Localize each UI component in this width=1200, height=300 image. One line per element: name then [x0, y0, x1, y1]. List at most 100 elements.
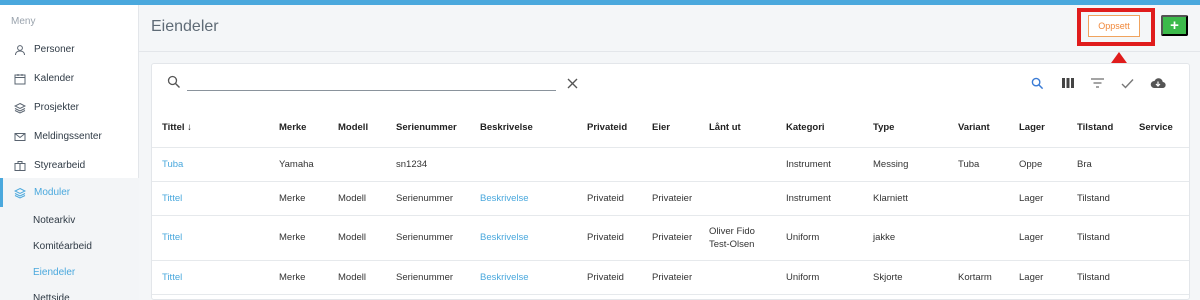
- cell-tilstand: Tilstand: [1077, 272, 1110, 283]
- cell-beskrivelse-link[interactable]: Beskrivelse: [480, 232, 529, 243]
- column-header-eier[interactable]: Eier: [652, 122, 670, 133]
- sidebar-item-moduler[interactable]: Moduler: [0, 178, 139, 207]
- cell-privateid: Privateid: [587, 193, 624, 204]
- menu-title: Meny: [11, 16, 36, 27]
- sidebar-item-label: Styrearbeid: [34, 160, 86, 171]
- cell-modell: Modell: [338, 272, 366, 283]
- sidebar-item-label: Kalender: [34, 73, 75, 84]
- column-header-lant-ut[interactable]: Lånt ut: [709, 122, 741, 133]
- column-header-beskrivelse[interactable]: Beskrivelse: [480, 122, 533, 133]
- search-underline: [187, 90, 556, 91]
- cell-modell: Modell: [338, 232, 366, 243]
- column-header-lager[interactable]: Lager: [1019, 122, 1045, 133]
- column-header-serienummer[interactable]: Serienummer: [396, 122, 457, 133]
- cell-merke: Merke: [279, 272, 306, 283]
- cell-lager: Lager: [1019, 272, 1044, 283]
- cloud-download-icon[interactable]: [1150, 76, 1166, 90]
- calendar-icon: [14, 73, 26, 85]
- cell-modell: Modell: [338, 193, 366, 204]
- sidebar-item-kalender[interactable]: Kalender: [0, 64, 139, 93]
- cell-kategori: Instrument: [786, 159, 831, 170]
- sidebar-item-styrearbeid[interactable]: Styrearbeid: [0, 151, 139, 180]
- cell-eier: Privateier: [652, 193, 693, 204]
- sidebar-item-label: Prosjekter: [34, 102, 80, 113]
- cell-variant: Kortarm: [958, 272, 992, 283]
- search-icon: [167, 75, 180, 88]
- check-icon[interactable]: [1120, 76, 1134, 90]
- cell-tittel-link[interactable]: Tittel: [162, 232, 182, 243]
- cell-tilstand: Tilstand: [1077, 232, 1110, 243]
- layers-icon: [14, 187, 26, 199]
- cell-eier: Privateier: [652, 232, 693, 243]
- cell-lager: Oppe: [1019, 159, 1043, 170]
- cell-merke: Merke: [279, 193, 306, 204]
- column-header-kategori[interactable]: Kategori: [786, 122, 825, 133]
- sidebar-item-label: Personer: [34, 44, 75, 55]
- table-divider: [152, 181, 1189, 182]
- oppsett-button[interactable]: Oppsett: [1088, 15, 1140, 37]
- cell-type: Skjorte: [873, 272, 903, 283]
- close-icon[interactable]: [567, 78, 578, 89]
- cell-tittel-link[interactable]: Tittel: [162, 272, 182, 283]
- cell-merke: Merke: [279, 232, 306, 243]
- cell-type: jakke: [873, 232, 896, 243]
- top-accent-bar: [0, 0, 1200, 5]
- page-title: Eiendeler: [151, 18, 219, 35]
- cell-type: Messing: [873, 159, 909, 170]
- cell-lant-ut: Oliver Fido Test-Olsen: [709, 226, 755, 250]
- columns-icon[interactable]: [1061, 76, 1075, 90]
- cell-merke: Yamaha: [279, 159, 314, 170]
- cell-lager: Lager: [1019, 232, 1044, 243]
- column-header-type[interactable]: Type: [873, 122, 894, 133]
- cell-privateid: Privateid: [587, 232, 624, 243]
- column-header-tittel[interactable]: Tittel ↓: [162, 122, 192, 133]
- sidebar-item-label: Meldingssenter: [34, 131, 102, 142]
- layers-icon: [14, 102, 26, 114]
- add-button[interactable]: +: [1161, 15, 1188, 36]
- cell-eier: Privateier: [652, 272, 693, 283]
- cell-tilstand: Tilstand: [1077, 193, 1110, 204]
- cell-kategori: Uniform: [786, 232, 820, 243]
- briefcase-icon: [14, 160, 26, 172]
- sidebar-item-personer[interactable]: Personer: [0, 35, 139, 64]
- cell-kategori: Instrument: [786, 193, 831, 204]
- sidebar-item-label: Moduler: [34, 187, 71, 198]
- envelope-icon: [14, 131, 26, 143]
- cell-kategori: Uniform: [786, 272, 820, 283]
- sidebar-subitem-nettside[interactable]: Nettside: [0, 285, 139, 300]
- search-icon[interactable]: [1030, 76, 1044, 90]
- cell-beskrivelse-link[interactable]: Beskrivelse: [480, 272, 529, 283]
- column-header-tilstand[interactable]: Tilstand: [1077, 122, 1113, 133]
- column-header-privateid[interactable]: Privateid: [587, 122, 627, 133]
- filter-icon[interactable]: [1090, 76, 1104, 90]
- table-divider: [152, 260, 1189, 261]
- cell-privateid: Privateid: [587, 272, 624, 283]
- header-divider: [139, 51, 1200, 52]
- cell-serienummer: Serienummer: [396, 232, 454, 243]
- column-header-service[interactable]: Service: [1139, 122, 1173, 133]
- sidebar-subitem-komitearbeid[interactable]: Komitéarbeid: [0, 233, 139, 259]
- cell-lager: Lager: [1019, 193, 1044, 204]
- column-header-merke[interactable]: Merke: [279, 122, 306, 133]
- cell-tittel-link[interactable]: Tittel: [162, 193, 182, 204]
- sidebar-item-prosjekter[interactable]: Prosjekter: [0, 93, 139, 122]
- table-divider: [152, 294, 1189, 295]
- user-icon: [14, 44, 26, 56]
- cell-serienummer: Serienummer: [396, 193, 454, 204]
- table-divider: [152, 147, 1189, 148]
- cell-serienummer: sn1234: [396, 159, 428, 170]
- cell-serienummer: Serienummer: [396, 272, 454, 283]
- sidebar-item-meldingssenter[interactable]: Meldingssenter: [0, 122, 139, 151]
- cell-tittel-link[interactable]: Tuba: [162, 159, 183, 170]
- sidebar-subitem-eiendeler[interactable]: Eiendeler: [0, 259, 139, 285]
- sort-arrow-icon: ↓: [187, 122, 192, 133]
- column-header-modell[interactable]: Modell: [338, 122, 368, 133]
- cell-variant: Tuba: [958, 159, 980, 170]
- cell-type: Klarniett: [873, 193, 908, 204]
- column-header-variant[interactable]: Variant: [958, 122, 990, 133]
- cell-tilstand: Bra: [1077, 159, 1092, 170]
- search-input[interactable]: [187, 74, 556, 90]
- cell-beskrivelse-link[interactable]: Beskrivelse: [480, 193, 529, 204]
- sidebar-subitem-notearkiv[interactable]: Notearkiv: [0, 207, 139, 233]
- table-divider: [152, 215, 1189, 216]
